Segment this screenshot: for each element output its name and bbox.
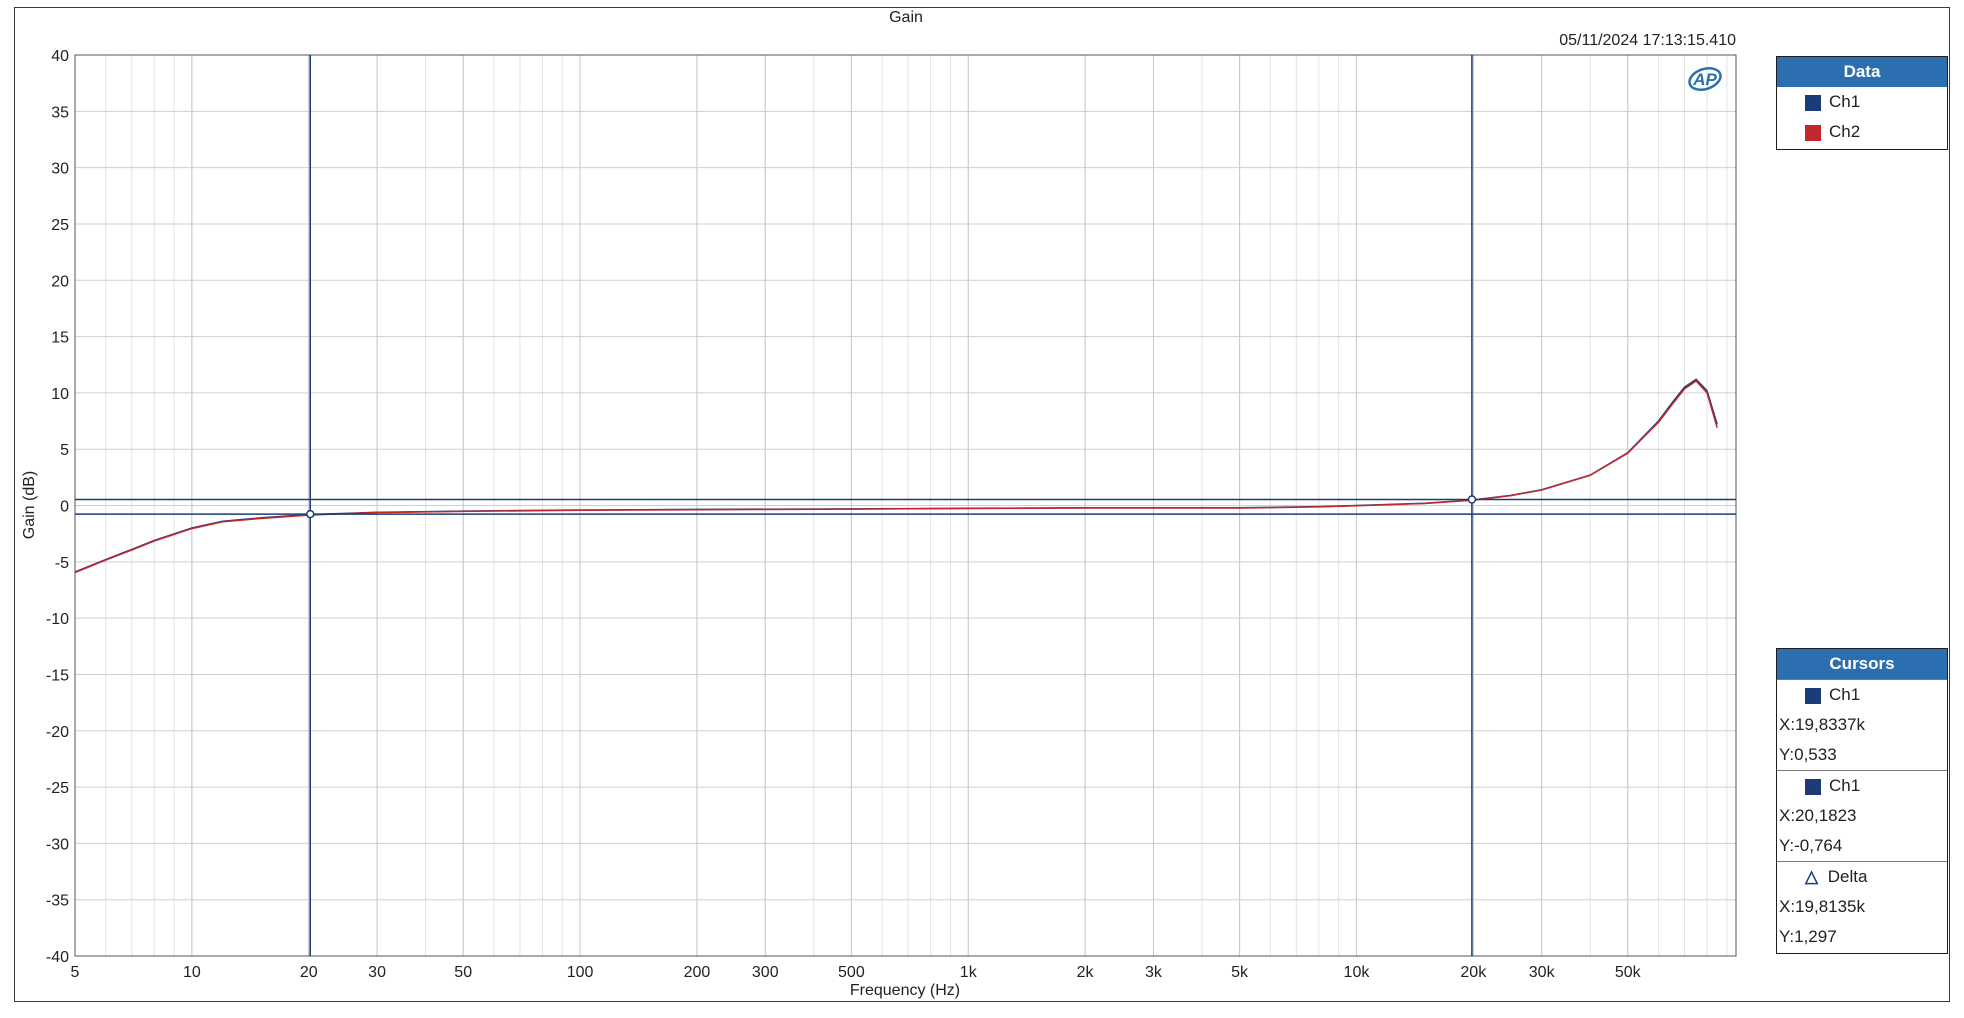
ap-logo: AP (1688, 67, 1722, 91)
x-tick-label: 20k (1460, 964, 1487, 981)
series-line-ch1 (74, 378, 1718, 573)
y-tick-label: 15 (51, 330, 69, 347)
cursor-marker (305, 509, 315, 519)
x-tick-label: 20 (300, 964, 318, 981)
y-tick-label: -30 (46, 836, 69, 853)
x-tick-label: 500 (838, 964, 865, 981)
data-series (74, 378, 1718, 574)
series-line-ch2 (74, 380, 1718, 574)
ch2-color-swatch (1805, 125, 1821, 141)
ap-logo-text: AP (1692, 70, 1717, 89)
x-tick-label: 5k (1231, 964, 1249, 981)
x-tick-label: 30 (368, 964, 386, 981)
cursor-2-channel: Ch1 (1829, 776, 1861, 795)
y-tick-label: -25 (46, 780, 69, 797)
delta-label: Delta (1827, 867, 1868, 886)
legend-item-label: Ch1 (1829, 92, 1861, 111)
cursor-2-y: Y:-0,764 (1779, 836, 1843, 855)
delta-y: Y:1,297 (1779, 927, 1837, 946)
x-tick-label: 100 (567, 964, 594, 981)
x-tick-label: 5 (71, 964, 80, 981)
delta-x: X:19,8135k (1779, 897, 1866, 916)
cursor-marker (1467, 495, 1477, 504)
legend-item-label: Ch2 (1829, 122, 1861, 141)
x-tick-label: 50k (1615, 964, 1642, 981)
x-tick-label: 30k (1529, 964, 1556, 981)
y-tick-label: -40 (46, 949, 69, 966)
y-tick-label: -20 (46, 724, 69, 741)
cursors-panel: Cursors Ch1 X:19,8337k Y:0,533 Ch1 X:20,… (1776, 648, 1948, 954)
y-tick-label: 10 (51, 386, 69, 403)
y-tick-label: -10 (46, 611, 69, 628)
y-tick-label: 5 (60, 442, 69, 459)
ch1-color-swatch (1805, 95, 1821, 111)
y-tick-label: 35 (51, 104, 69, 121)
cursor-2-swatch (1805, 779, 1821, 795)
grid-lines (74, 54, 1736, 957)
data-legend-panel: Data Ch1 Ch2 (1776, 56, 1948, 150)
x-tick-label: 2k (1077, 964, 1095, 981)
y-tick-label: 25 (51, 217, 69, 234)
cursor-1-x: X:19,8337k (1779, 715, 1866, 734)
x-tick-label: 1k (960, 964, 978, 981)
legend-item-ch2[interactable]: Ch2 (1777, 117, 1947, 147)
x-tick-label: 10 (183, 964, 201, 981)
chart-title: Gain (889, 9, 923, 26)
y-axis-label: Gain (dB) (21, 471, 38, 539)
cursor-1-swatch (1805, 688, 1821, 704)
cursor-1-y: Y:0,533 (1779, 745, 1837, 764)
delta-icon: △ (1805, 867, 1819, 886)
x-axis-label: Frequency (Hz) (850, 982, 960, 999)
y-tick-label: 20 (51, 273, 69, 290)
y-tick-label: -5 (55, 555, 69, 572)
y-tick-label: -15 (46, 667, 69, 684)
x-tick-label: 200 (684, 964, 711, 981)
cursor-2-x: X:20,1823 (1779, 806, 1857, 825)
y-tick-label: 0 (60, 499, 69, 516)
delta-group: △ Delta X:19,8135k Y:1,297 (1777, 861, 1947, 952)
x-tick-label: 10k (1344, 964, 1371, 981)
x-tick-label: 50 (454, 964, 472, 981)
legend-item-ch1[interactable]: Ch1 (1777, 87, 1947, 117)
y-tick-label: 40 (51, 48, 69, 65)
cursors-title: Cursors (1777, 649, 1947, 679)
y-tick-label: -35 (46, 893, 69, 910)
data-legend-title: Data (1777, 57, 1947, 87)
y-tick-label: 30 (51, 161, 69, 178)
cursor-1-group[interactable]: Ch1 X:19,8337k Y:0,533 (1777, 679, 1947, 770)
x-tick-label: 300 (752, 964, 779, 981)
x-tick-label: 3k (1145, 964, 1163, 981)
cursor-2-group[interactable]: Ch1 X:20,1823 Y:-0,764 (1777, 770, 1947, 861)
gain-chart: Gain 05/11/2024 17:13:15.410 40 35 30 25 20 1… (21, 9, 1737, 999)
cursor-1-channel: Ch1 (1829, 685, 1861, 704)
chart-timestamp: 05/11/2024 17:13:15.410 (1559, 32, 1736, 49)
